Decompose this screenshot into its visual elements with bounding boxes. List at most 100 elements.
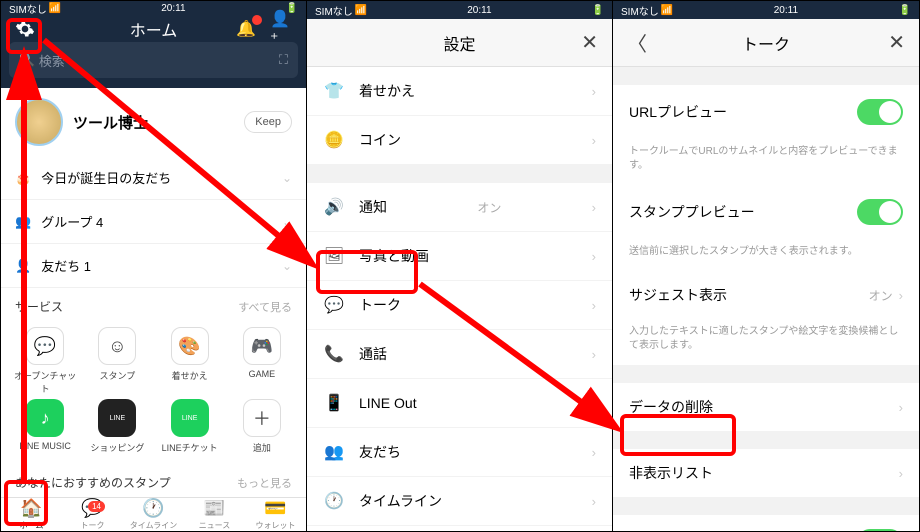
keep-button[interactable]: Keep xyxy=(244,111,292,133)
search-input[interactable]: 🔍 検索 ⛶ xyxy=(9,42,298,78)
row-value: オン xyxy=(869,287,893,304)
service-item[interactable]: LINELINEチケット xyxy=(156,399,224,454)
chevron-right-icon: › xyxy=(592,84,596,99)
phone-home: SIMなし 📶 20:11 🔋 ホーム 🔔 👤⁺ 🔍 検索 ⛶ ツール博士 Ke… xyxy=(1,1,307,531)
row-description: 入力したテキストに適したスタンプや絵文字を変換候補として表示します。 xyxy=(613,319,919,365)
service-header: サービス すべて見る xyxy=(1,288,306,321)
page-title: 設定 xyxy=(443,31,475,55)
search-icon: 🔍 xyxy=(19,52,35,68)
chevron-down-icon: ⌄ xyxy=(282,171,292,185)
settings-row-着せかえ[interactable]: 👕着せかえ› xyxy=(307,67,612,116)
row-label: 非表示リスト xyxy=(629,463,713,483)
service-grid: 💬 オープンチャット☺スタンプ🎨着せかえ 🎮 GAME ♪LINE MUSICLINEシ… xyxy=(1,321,306,464)
chevron-right-icon: › xyxy=(592,347,596,362)
service-icon: LINE xyxy=(171,399,209,437)
settings-row-通知[interactable]: 🔊通知オン› xyxy=(307,183,612,232)
tab-label: ウォレット xyxy=(256,520,296,531)
row-label: トーク xyxy=(359,295,401,315)
tab-ニュース[interactable]: 📰ニュース xyxy=(184,498,245,531)
bell-icon[interactable]: 🔔 xyxy=(234,17,258,41)
service-icon: 🎮 xyxy=(243,327,281,365)
chevron-right-icon: › xyxy=(592,249,596,264)
service-item[interactable]: 🎮 GAME xyxy=(228,327,296,395)
row-label: 友だち xyxy=(359,442,401,462)
toggle-switch[interactable] xyxy=(857,199,903,225)
settings-row-写真と動画[interactable]: 🖼写真と動画› xyxy=(307,232,612,281)
close-icon[interactable]: ✕ xyxy=(581,30,598,55)
settings-row-トーク[interactable]: 💬 トーク › xyxy=(307,281,612,330)
tab-icon: 💳 xyxy=(264,498,286,519)
service-icon: 💬 xyxy=(26,327,64,365)
chevron-right-icon: › xyxy=(899,288,903,303)
row-icon: 👤 xyxy=(15,258,31,274)
tab-bar: 🏠ホーム💬トーク14🕐タイムライン📰ニュース💳ウォレット xyxy=(1,497,306,531)
list-item[interactable]: 🎂今日が誕生日の友だち⌄ xyxy=(1,156,306,200)
chevron-right-icon: › xyxy=(592,298,596,313)
service-label: 着せかえ xyxy=(172,369,208,382)
back-icon[interactable]: 〈 xyxy=(627,28,647,57)
settings-row-コイン[interactable]: 🪙コイン› xyxy=(307,116,612,165)
service-item[interactable]: 🎨着せかえ xyxy=(156,327,224,395)
service-item[interactable]: ☺スタンプ xyxy=(83,327,151,395)
row-label: URLプレビュー xyxy=(629,102,727,122)
service-icon: ＋ xyxy=(243,399,281,437)
service-label: スタンプ xyxy=(100,369,136,382)
row-icon: 💬 xyxy=(323,294,345,316)
service-item[interactable]: LINEショッピング xyxy=(83,399,151,454)
chevron-right-icon: › xyxy=(592,445,596,460)
page-title: ホーム xyxy=(130,17,178,41)
tab-icon: 🕐 xyxy=(142,498,164,519)
tab-トーク[interactable]: 💬トーク14 xyxy=(62,498,123,531)
talk-row-URLプレビュー[interactable]: URLプレビュー xyxy=(613,85,919,139)
service-label: GAME xyxy=(249,369,276,379)
chevron-down-icon: ⌄ xyxy=(282,259,292,273)
settings-row-通話[interactable]: 📞通話› xyxy=(307,330,612,379)
tab-ホーム[interactable]: 🏠ホーム xyxy=(1,498,62,531)
avatar xyxy=(15,98,63,146)
talk-row-データの削除[interactable]: データの削除› xyxy=(613,383,919,431)
chevron-down-icon: ⌄ xyxy=(282,215,292,229)
row-icon: 👥 xyxy=(15,214,31,230)
list-item[interactable]: 👥グループ 4⌄ xyxy=(1,200,306,244)
status-bar: SIMなし 📶 20:11 🔋 xyxy=(613,1,919,19)
talk-row-スタンププレビュー[interactable]: スタンププレビュー xyxy=(613,185,919,239)
tab-icon: 🏠 xyxy=(20,498,42,519)
tab-label: タイムライン xyxy=(130,520,177,531)
service-item[interactable]: 💬 オープンチャット xyxy=(11,327,79,395)
toggle-switch[interactable] xyxy=(857,529,903,531)
talk-row-アニメーションの再生[interactable]: アニメーションの再生 xyxy=(613,515,919,531)
service-item[interactable]: ♪LINE MUSIC xyxy=(11,399,79,454)
settings-row-タイムライン[interactable]: 🕐タイムライン› xyxy=(307,477,612,526)
notification-dot xyxy=(252,15,262,25)
gear-icon[interactable] xyxy=(13,17,37,41)
nav-settings: 設定 ✕ xyxy=(307,19,612,67)
service-item[interactable]: ＋追加 xyxy=(228,399,296,454)
phone-talk-settings: SIMなし 📶 20:11 🔋 〈 トーク ✕ URLプレビュートークルームでU… xyxy=(613,1,919,531)
chevron-right-icon: › xyxy=(899,466,903,481)
tab-ウォレット[interactable]: 💳ウォレット xyxy=(245,498,306,531)
add-friend-icon[interactable]: 👤⁺ xyxy=(270,17,294,41)
service-icon: LINE xyxy=(98,399,136,437)
row-value: オン xyxy=(477,199,501,216)
close-icon[interactable]: ✕ xyxy=(888,30,905,55)
see-all-link[interactable]: すべて見る xyxy=(238,299,292,315)
profile-row[interactable]: ツール博士 Keep xyxy=(1,88,306,156)
talk-row-サジェスト表示[interactable]: サジェスト表示オン› xyxy=(613,271,919,319)
row-label: タイムライン xyxy=(359,491,442,511)
tab-icon: 📰 xyxy=(203,498,225,519)
more-link[interactable]: もっと見る xyxy=(237,475,292,491)
service-icon: ♪ xyxy=(26,399,64,437)
tab-タイムライン[interactable]: 🕐タイムライン xyxy=(123,498,184,531)
recommend-header: あなたにおすすめのスタンプ もっと見る xyxy=(1,464,306,497)
settings-row-LINE Out[interactable]: 📱LINE Out› xyxy=(307,379,612,428)
scan-icon[interactable]: ⛶ xyxy=(279,52,288,68)
nav-home: ホーム 🔔 👤⁺ xyxy=(1,16,306,42)
toggle-switch[interactable] xyxy=(857,99,903,125)
settings-row-友だち[interactable]: 👥友だち› xyxy=(307,428,612,477)
service-label: オープンチャット xyxy=(11,369,79,395)
list-item[interactable]: 👤友だち 1⌄ xyxy=(1,244,306,288)
settings-row-LINE Labs[interactable]: 🧪LINE LabsN› xyxy=(307,526,612,531)
row-icon: 🖼 xyxy=(323,245,345,267)
row-label: 着せかえ xyxy=(359,81,415,101)
talk-row-非表示リスト[interactable]: 非表示リスト › xyxy=(613,449,919,497)
